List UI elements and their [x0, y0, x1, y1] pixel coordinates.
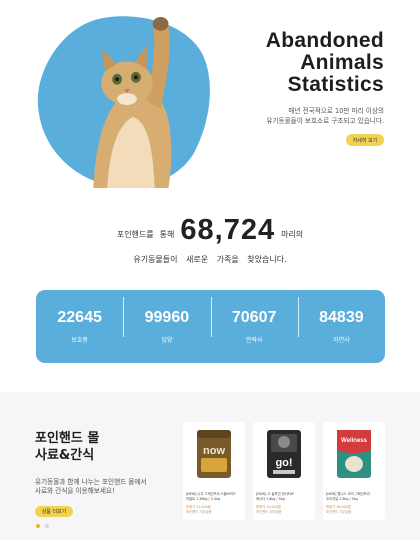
product-name: [NEW] 나우 그레인프리 스몰브리드 어덜트 1.36kg / 3.4kg: [186, 492, 242, 501]
counter-mid: 통해: [159, 230, 175, 239]
carousel-dots: [36, 524, 49, 528]
stats-bar: 22645 보호중 99960 입양 70607 안락사 84839 자연사: [36, 290, 385, 363]
product-brand-text: go!: [275, 457, 292, 469]
product-name-line: 어덜트 1.36kg / 3.4kg: [186, 496, 220, 501]
products-desc-line: 사료와 간식을 이용해보세요!: [35, 487, 115, 495]
product-bag-image: Wellness: [337, 430, 371, 478]
cat-photo-blob: [37, 16, 210, 189]
product-sub: 포인핸드 기부상품: [326, 510, 352, 514]
products-title: 포인핸드 몰 사료&간식: [35, 430, 165, 464]
stat-value: 22645: [57, 309, 102, 326]
product-sub: 포인핸드 기부상품: [186, 510, 212, 514]
carousel-dot-2[interactable]: [45, 524, 49, 528]
counter-suffix: 마리의: [281, 230, 304, 239]
counter-value: 68,724: [180, 214, 276, 246]
product-name: [NEW] 고 솔루션 센서티브 캐나다 1.6kg / 5kg: [256, 492, 312, 501]
product-card[interactable]: Wellness [NEW] 웰니스 코어 그레인프리 오리지널 1.8kg /…: [323, 422, 385, 520]
hero-more-button[interactable]: 자세히 보기: [346, 134, 384, 146]
hero-section: Abandoned Animals Statistics 매년 전국적으로 10…: [0, 0, 420, 200]
products-desc-line: 유기동물과 함께 나누는 포인핸드 몰에서: [35, 478, 147, 486]
hero-desc-line: 유기동물들이 보호소로 구조되고 있습니다.: [266, 117, 384, 125]
stat-label: 보호중: [71, 337, 88, 344]
stat-value: 84839: [319, 309, 364, 326]
product-name-line: 캐나다 1.6kg / 5kg: [256, 496, 285, 501]
product-sub: 포인핸드 기부상품: [256, 510, 282, 514]
counter-line: 포인핸드를 통해 68,724 마리의: [0, 214, 420, 246]
stat-euthanized: 70607 안락사: [210, 297, 298, 344]
products-description: 유기동물과 함께 나누는 포인핸드 몰에서 사료와 간식을 이용해보세요!: [35, 478, 170, 496]
product-name-line: 오리지널 1.8kg / 5kg: [326, 496, 358, 501]
stat-natural-death: 84839 자연사: [297, 297, 385, 344]
counter-subtitle: 유기동물들이 새로운 가족을 찾았습니다.: [133, 255, 287, 264]
hero-title: Abandoned Animals Statistics: [214, 30, 384, 96]
hero-desc-line: 매년 전국적으로 10만 마리 이상의: [288, 107, 384, 115]
hero-description: 매년 전국적으로 10만 마리 이상의 유기동물들이 보호소로 구조되고 있습니…: [224, 106, 384, 126]
product-name-line: [NEW] 나우 그레인프리 스몰브리드: [186, 492, 236, 496]
products-section: 포인핸드 몰 사료&간식 유기동물과 함께 나누는 포인핸드 몰에서 사료와 간…: [0, 392, 420, 540]
product-bag-image: go!: [267, 430, 301, 478]
hero-title-line: Abandoned: [265, 29, 384, 52]
stat-label: 자연사: [333, 337, 350, 344]
hero-title-line: Animals: [300, 51, 384, 74]
stat-value: 99960: [144, 309, 190, 326]
hero-title-line: Statistics: [287, 73, 384, 96]
product-card[interactable]: now [NEW] 나우 그레인프리 스몰브리드 어덜트 1.36kg / 3.…: [183, 422, 245, 520]
counter-prefix: 포인핸드를: [116, 230, 154, 239]
product-brand-text: now: [203, 445, 225, 457]
stat-adopted: 99960 입양: [123, 297, 210, 344]
products-title-line: 사료&간식: [35, 448, 95, 463]
product-card[interactable]: go! [NEW] 고 솔루션 센서티브 캐나다 1.6kg / 5kg 판매가…: [253, 422, 315, 520]
stat-protected: 22645 보호중: [36, 309, 123, 344]
products-title-line: 포인핸드 몰: [35, 431, 100, 446]
product-brand-text: Wellness: [341, 438, 368, 444]
stat-label: 안락사: [245, 337, 263, 344]
adoption-counter: 포인핸드를 통해 68,724 마리의 유기동물들이 새로운 가족을 찾았습니다…: [0, 208, 420, 268]
stat-value: 70607: [231, 309, 277, 326]
product-bag-image: now: [197, 430, 231, 478]
stat-label: 입양: [161, 337, 173, 344]
product-name: [NEW] 웰니스 코어 그레인프리 오리지널 1.8kg / 5kg: [326, 492, 382, 501]
page: Abandoned Animals Statistics 매년 전국적으로 10…: [0, 0, 420, 540]
carousel-dot-1[interactable]: [36, 524, 40, 528]
products-more-button[interactable]: 상품 더보기: [35, 506, 73, 517]
